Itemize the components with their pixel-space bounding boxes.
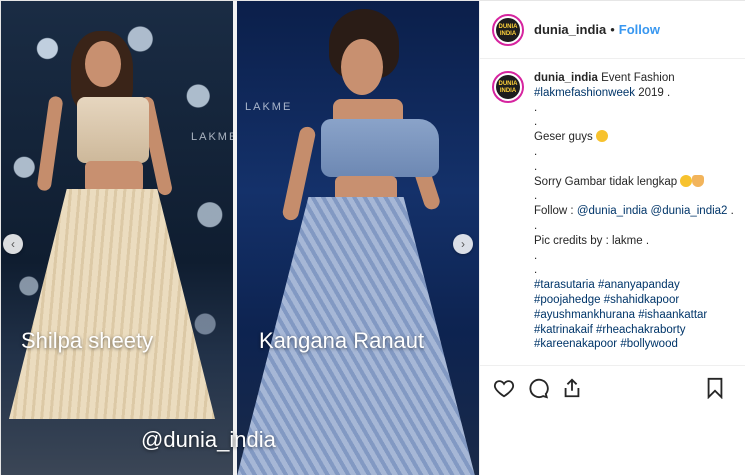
instagram-post: LAKME LAKME Shilpa sheety Kangana Ranaut… (0, 0, 745, 475)
hashtag-link[interactable]: #lakmefashionweek (534, 87, 635, 99)
caption-dot: . (534, 219, 538, 232)
right-photo-panel: LAKME (237, 1, 479, 475)
caption-username[interactable]: dunia_india (534, 72, 598, 84)
avatar[interactable]: DUNIA INDIA (492, 13, 524, 46)
caption-text: dunia_india Event Fashion #lakmefashionw… (534, 71, 737, 365)
caption-avatar-logo: DUNIA INDIA (496, 75, 520, 99)
bookmark-icon[interactable] (703, 376, 727, 400)
hashtag-link[interactable]: #ananyapanday (598, 279, 680, 291)
caption-line2-text: 2019 . (635, 86, 671, 99)
hashtag-link[interactable]: #rheachakraborty (596, 324, 686, 336)
crying-emoji-icon (596, 130, 609, 143)
avatar-logo: DUNIA INDIA (496, 17, 520, 42)
post-sidebar: DUNIA INDIA dunia_india • Follow DUNIA I… (479, 1, 745, 475)
action-bar (480, 365, 745, 409)
caption-dot: . (534, 116, 538, 129)
caption-sorry: Sorry Gambar tidak lengkap (534, 175, 678, 188)
hashtag-link[interactable]: #katrinakaif (534, 324, 593, 336)
hashtag-link[interactable]: #tarasutaria (534, 279, 595, 291)
caption-credits: Pic credits by : lakme . (534, 234, 650, 247)
pray-emoji-icon (692, 174, 705, 187)
header-separator: • (610, 22, 615, 37)
caption-area: DUNIA INDIA dunia_india Event Fashion #l… (480, 59, 745, 365)
mention-link[interactable]: @dunia_india2 (651, 205, 728, 217)
header-username[interactable]: dunia_india (534, 22, 606, 37)
watermark-text: @dunia_india (141, 427, 276, 452)
smile-emoji-icon (680, 174, 693, 187)
mention-link[interactable]: @dunia_india (577, 205, 648, 217)
post-header: DUNIA INDIA dunia_india • Follow (480, 1, 745, 59)
heart-icon[interactable] (492, 376, 516, 400)
hashtag-link[interactable]: #kareenakapoor (534, 338, 617, 350)
hashtag-link[interactable]: #ayushmankhurana (534, 309, 635, 321)
left-photo-caption: Shilpa sheety (21, 328, 154, 353)
caption-geser: Geser guys (534, 131, 593, 144)
caption-dot: . (534, 264, 538, 277)
hashtag-link[interactable]: #ishaankattar (638, 309, 707, 321)
left-photo-panel: LAKME (1, 1, 233, 475)
caption-dot: . (534, 249, 538, 262)
caption-follow-suffix: . (727, 205, 734, 218)
caption-dot: . (534, 145, 538, 158)
caption-dot: . (534, 190, 538, 203)
post-image[interactable]: LAKME LAKME Shilpa sheety Kangana Ranaut… (1, 1, 479, 475)
caption-follow-prefix: Follow : (534, 205, 574, 218)
follow-button[interactable]: Follow (619, 22, 660, 37)
hashtag-link[interactable]: #bollywood (620, 338, 678, 350)
hashtag-link[interactable]: #shahidkapoor (604, 294, 679, 306)
caption-line1: Event Fashion (601, 72, 675, 84)
caption-dot: . (534, 101, 538, 114)
next-arrow-icon[interactable]: › (453, 234, 473, 254)
caption-dot: . (534, 160, 538, 173)
right-photo-caption: Kangana Ranaut (259, 328, 425, 353)
caption-avatar[interactable]: DUNIA INDIA (492, 71, 524, 103)
previous-arrow-icon[interactable]: ‹ (3, 234, 23, 254)
hashtag-link[interactable]: #poojahedge (534, 294, 601, 306)
share-icon[interactable] (560, 376, 584, 400)
comment-icon[interactable] (526, 376, 550, 400)
